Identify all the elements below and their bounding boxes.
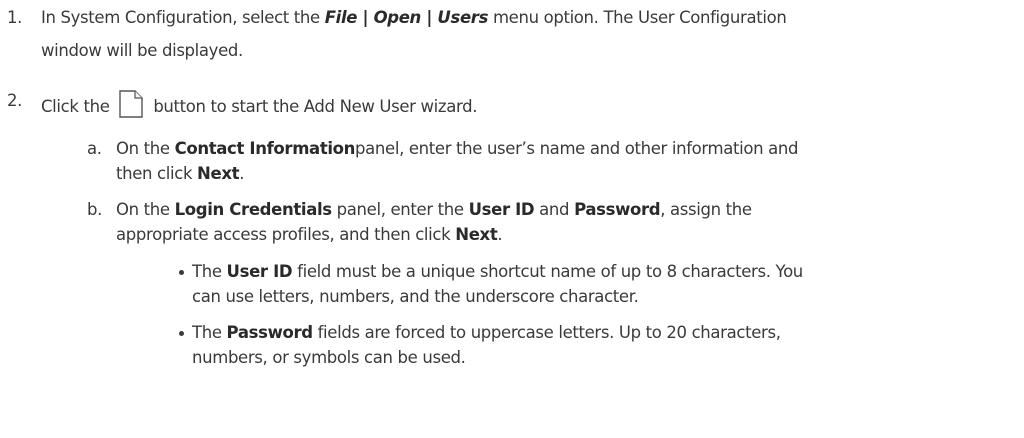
password-label: Password — [574, 200, 661, 219]
bullet-dot — [179, 331, 184, 336]
menu-separator: | — [420, 8, 438, 27]
bullet-1-line-1: The User ID field must be a unique short… — [192, 261, 803, 283]
substep-a-text: panel, enter the user’s name and other i… — [355, 139, 799, 158]
bullet-2-line-1: The Password fields are forced to upperc… — [192, 322, 781, 344]
bullet-2-text: fields are forced to uppercase letters. … — [312, 323, 781, 342]
step-1-number: 1. — [7, 8, 23, 27]
bullet-1-text: field must be a unique shortcut name of … — [292, 262, 803, 281]
substep-a-line-1: On the Contact Informationpanel, enter t… — [116, 138, 798, 160]
bullet-1-line-2: can use letters, numbers, and the unders… — [192, 287, 639, 306]
step-1-intro: In System Configuration, select the — [41, 8, 325, 27]
step-1-line-2: window will be displayed. — [41, 41, 243, 60]
next-label: Next — [197, 164, 240, 183]
bullet-dot — [179, 270, 184, 275]
step-2-number: 2. — [7, 91, 23, 110]
user-id-label: User ID — [226, 262, 293, 281]
menu-users: Users — [437, 8, 489, 27]
substep-a-letter: a. — [87, 139, 102, 158]
substep-a-text: On the — [116, 139, 175, 158]
substep-b-text: On the — [116, 200, 175, 219]
new-document-icon — [118, 90, 144, 124]
contact-information-label: Contact Information — [174, 139, 356, 158]
substep-a-text: then click — [116, 164, 198, 183]
substep-b-line-2: appropriate access profiles, and then cl… — [116, 224, 503, 246]
substep-b-text: . — [497, 225, 503, 244]
menu-open: Open — [373, 8, 422, 27]
bullet-2-text: The — [192, 323, 227, 342]
login-credentials-label: Login Credentials — [174, 200, 333, 219]
step-1-outro: menu option. The User Configuration — [488, 8, 787, 27]
user-id-label: User ID — [468, 200, 535, 219]
menu-file: File — [324, 8, 358, 27]
substep-b-line-1: On the Login Credentials panel, enter th… — [116, 199, 752, 221]
step-1-line-1: In System Configuration, select the File… — [41, 7, 787, 29]
menu-separator: | — [357, 8, 374, 27]
substep-b-letter: b. — [87, 200, 103, 219]
substep-b-text: panel, enter the — [331, 200, 469, 219]
bullet-2-line-2: numbers, or symbols can be used. — [192, 348, 466, 367]
substep-b-text: appropriate access profiles, and then cl… — [116, 225, 456, 244]
step-2-intro: Click the — [41, 97, 110, 116]
substep-a-line-2: then click Next. — [116, 163, 244, 185]
substep-b-text: , assign the — [660, 200, 752, 219]
substep-b-text: and — [534, 200, 575, 219]
step-2-outro: button to start the Add New User wizard. — [153, 97, 478, 116]
password-label: Password — [226, 323, 314, 342]
next-label: Next — [455, 225, 498, 244]
document-page: 1. In System Configuration, select the F… — [0, 0, 1024, 438]
bullet-1-text: The — [192, 262, 227, 281]
substep-a-text: . — [239, 164, 245, 183]
step-2-line: Click the button to start the Add New Us… — [41, 90, 477, 124]
